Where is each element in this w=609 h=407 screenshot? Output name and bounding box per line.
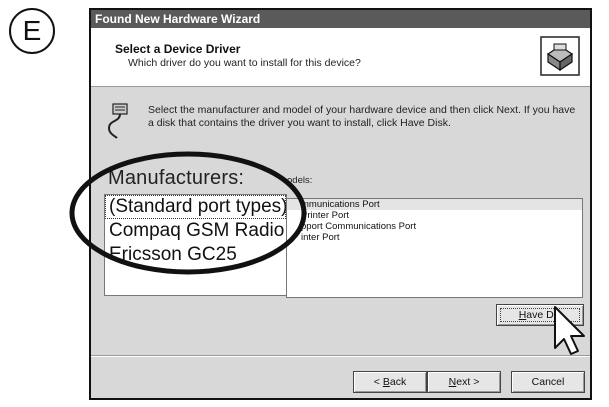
cancel-button[interactable]: Cancel — [511, 371, 585, 393]
instruction-text: Select the manufacturer and model of you… — [148, 104, 576, 129]
button-label: ack — [389, 376, 407, 388]
back-button[interactable]: < Back — [353, 371, 427, 393]
wizard-window: Found New Hardware Wizard Select a Devic… — [89, 8, 592, 400]
header-subtitle: Which driver do you want to install for … — [128, 57, 361, 69]
model-item[interactable]: pport Communications Port — [287, 221, 582, 232]
step-badge: E — [9, 8, 55, 54]
separator — [91, 355, 590, 357]
models-label: odels: — [287, 175, 313, 186]
manufacturers-label: Manufacturers: — [108, 167, 245, 189]
connector-icon — [107, 103, 128, 139]
models-list[interactable]: mmunications Port Printer Port pport Com… — [286, 198, 583, 298]
button-label: < — [373, 376, 383, 388]
model-item[interactable]: mmunications Port — [287, 199, 582, 210]
manufacturer-item[interactable]: Compaq GSM Radio C — [105, 219, 286, 243]
model-item[interactable]: inter Port — [287, 232, 582, 243]
manufacturer-item[interactable]: Ericsson GC25 — [105, 243, 286, 267]
button-label: ext > — [456, 376, 480, 388]
hardware-wizard-icon — [540, 36, 580, 76]
window-title: Found New Hardware Wizard — [91, 10, 590, 28]
manufacturers-list[interactable]: (Standard port types) Compaq GSM Radio C… — [104, 194, 287, 296]
wizard-header: Select a Device Driver Which driver do y… — [91, 28, 590, 87]
focus-rect — [500, 308, 580, 322]
header-title: Select a Device Driver — [115, 42, 241, 56]
manufacturer-item[interactable]: (Standard port types) — [105, 195, 286, 219]
next-button[interactable]: Next > — [427, 371, 501, 393]
have-disk-button[interactable]: Have Dis — [496, 304, 584, 326]
button-accelerator: B — [382, 376, 390, 388]
model-item[interactable]: Printer Port — [287, 210, 582, 221]
